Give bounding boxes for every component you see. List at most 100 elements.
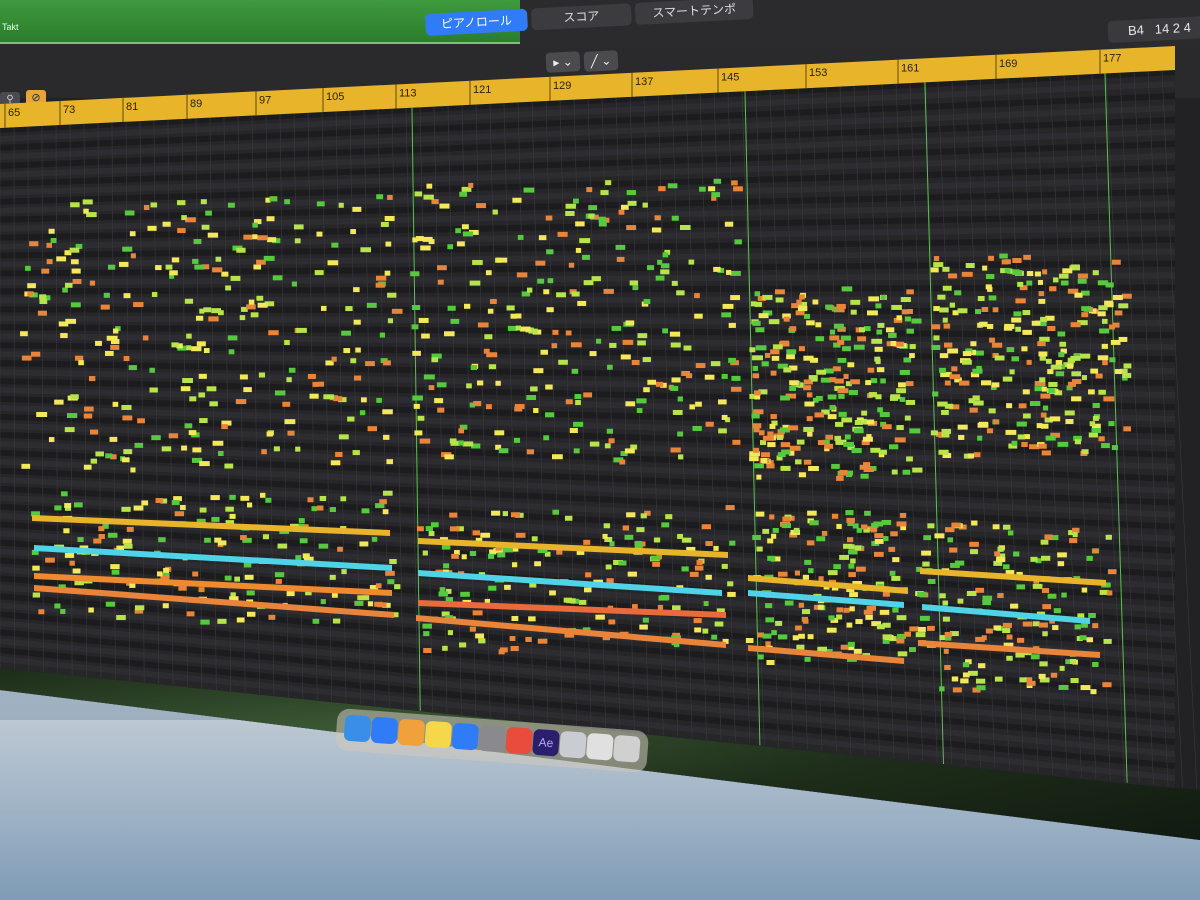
midi-note	[665, 514, 673, 520]
midi-note	[636, 398, 647, 404]
midi-note	[1081, 312, 1089, 318]
midi-note	[83, 413, 93, 419]
midi-note	[375, 583, 382, 589]
midi-note	[256, 295, 264, 301]
midi-note	[643, 299, 651, 305]
midi-note	[1101, 318, 1108, 324]
midi-note	[449, 526, 460, 532]
midi-note	[836, 303, 846, 309]
midi-note	[774, 289, 785, 295]
midi-note	[415, 236, 424, 242]
midi-note	[268, 330, 279, 336]
midi-note	[163, 567, 170, 573]
midi-note	[725, 269, 732, 275]
midi-note	[754, 301, 763, 307]
midi-note	[881, 519, 892, 525]
midi-note	[528, 616, 536, 622]
notes-icon[interactable]	[424, 720, 453, 749]
midi-note	[829, 405, 836, 411]
after-effects-icon[interactable]: Ae	[532, 728, 560, 757]
trash-icon[interactable]	[612, 734, 641, 763]
midi-note	[808, 568, 814, 574]
midi-note	[116, 615, 126, 621]
photos-icon[interactable]	[397, 718, 426, 747]
midi-note	[909, 647, 917, 653]
finder-icon[interactable]	[343, 714, 372, 743]
midi-note	[1110, 339, 1121, 345]
system-settings-icon[interactable]	[478, 724, 507, 753]
midi-note	[37, 310, 47, 316]
midi-note	[224, 575, 232, 581]
midi-note	[762, 435, 774, 441]
midi-note	[410, 271, 420, 277]
midi-note	[1023, 254, 1031, 260]
midi-note	[333, 396, 343, 402]
chrome-icon[interactable]	[505, 726, 533, 755]
midi-note	[752, 423, 762, 429]
midi-note	[837, 388, 849, 394]
midi-note	[752, 355, 763, 361]
midi-note	[191, 346, 202, 352]
midi-note	[195, 315, 204, 321]
midi-note	[50, 237, 57, 243]
midi-note	[583, 539, 591, 545]
midi-note	[870, 378, 878, 384]
midi-note	[142, 335, 149, 341]
midi-note	[772, 527, 779, 533]
midi-note	[243, 387, 252, 393]
midi-note	[82, 199, 93, 205]
midi-note	[980, 380, 992, 386]
downloads-icon[interactable]	[585, 732, 614, 761]
midi-note	[912, 467, 923, 473]
midi-note	[876, 329, 883, 335]
midi-note	[56, 256, 67, 262]
midi-note	[577, 300, 587, 306]
midi-note	[761, 361, 769, 367]
midi-note	[121, 404, 132, 410]
app-store-icon[interactable]	[451, 722, 480, 751]
midi-note	[879, 609, 890, 615]
midi-note	[841, 417, 853, 423]
midi-note	[997, 546, 1004, 552]
midi-note	[814, 412, 824, 418]
midi-note	[147, 225, 157, 231]
midi-note	[780, 395, 790, 401]
midi-note	[909, 353, 915, 359]
midi-note	[671, 377, 681, 383]
disk-utility-icon[interactable]	[558, 730, 587, 759]
midi-note	[169, 270, 178, 276]
midi-note	[165, 264, 173, 270]
midi-note	[569, 428, 578, 434]
midi-note	[1081, 449, 1089, 455]
safari-icon[interactable]	[370, 716, 399, 745]
midi-note	[282, 401, 291, 407]
midi-note	[827, 414, 837, 420]
midi-note	[210, 495, 220, 501]
midi-note	[994, 355, 1005, 361]
midi-note	[985, 274, 995, 280]
midi-note	[1006, 655, 1013, 661]
midi-note	[557, 231, 568, 237]
midi-note	[450, 318, 460, 324]
midi-note	[246, 590, 255, 596]
midi-note	[973, 400, 984, 406]
midi-note	[376, 194, 384, 200]
midi-note	[447, 630, 453, 636]
midi-note	[1015, 326, 1021, 332]
midi-note	[1097, 280, 1109, 286]
midi-note	[385, 570, 395, 576]
midi-note	[705, 421, 714, 427]
midi-note	[919, 615, 930, 621]
midi-note	[350, 229, 356, 235]
midi-note	[389, 559, 397, 565]
midi-note	[896, 638, 905, 644]
midi-note	[177, 228, 186, 234]
midi-note	[727, 581, 734, 587]
midi-note	[419, 438, 431, 444]
midi-note	[885, 327, 895, 333]
midi-note	[1090, 368, 1099, 374]
midi-note	[155, 265, 162, 271]
midi-note	[846, 622, 853, 628]
midi-note	[804, 656, 811, 662]
midi-note	[755, 345, 767, 351]
